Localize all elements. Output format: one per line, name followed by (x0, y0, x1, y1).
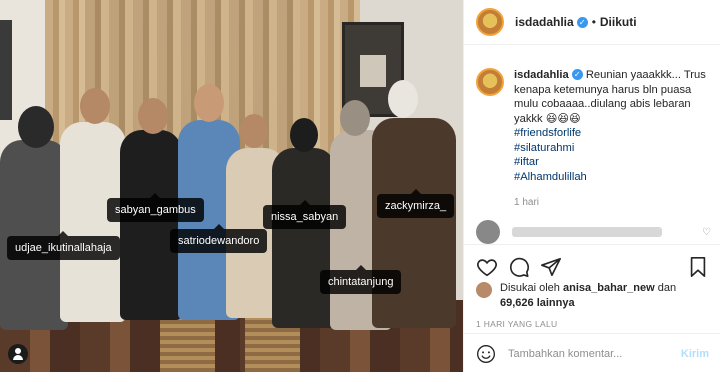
photo-tag[interactable]: udjae_ikutinallahaja (7, 231, 120, 260)
caption: isdadahlia ✓ Reunian yaaakkk... Trus kena… (464, 45, 720, 211)
post-header: isdadahlia ✓ • Diikuti (464, 0, 720, 45)
caption-username[interactable]: isdadahlia (514, 69, 569, 81)
likes-count[interactable]: 69,626 lainnya (500, 297, 575, 309)
post-sidebar: isdadahlia ✓ • Diikuti isdadahlia ✓ Reuni… (463, 0, 720, 372)
photo-tag[interactable]: satriodewandoro (170, 224, 268, 253)
person-head (240, 114, 268, 148)
photo-tag[interactable]: zackymirza_ (377, 189, 455, 218)
comment-like-icon[interactable]: ♡ (702, 227, 711, 238)
follow-status-button[interactable]: Diikuti (600, 15, 637, 29)
post-photo[interactable]: udjae_ikutinallahaja sabyan_gambus satri… (0, 0, 463, 372)
liker-avatar[interactable] (476, 282, 492, 298)
hashtag-link[interactable]: #friendsforlife (514, 126, 708, 141)
photo-tag[interactable]: chintatanjung (320, 265, 402, 294)
author-username[interactable]: isdadahlia (515, 15, 574, 29)
photo-mirror-glass (360, 55, 386, 87)
likes-conj: dan (657, 282, 677, 294)
post-comment-button[interactable]: Kirim (681, 348, 709, 360)
hashtag-link[interactable]: #silaturahmi (514, 141, 708, 156)
person-head (388, 80, 418, 118)
person-head (194, 84, 224, 122)
likes-prefix: Disukai oleh (500, 282, 560, 294)
comment-preview (512, 227, 662, 237)
comment-input[interactable] (508, 347, 668, 360)
person-figure (120, 130, 182, 320)
save-icon[interactable] (687, 256, 709, 278)
add-comment-bar: Kirim (464, 333, 720, 372)
verified-icon: ✓ (576, 16, 588, 28)
likes-text: Disukai oleh anisa_bahar_new dan 69,626 … (500, 281, 676, 311)
photo-tag[interactable]: sabyan_gambus (107, 193, 204, 222)
person-head (80, 88, 110, 124)
photo-frame (0, 20, 12, 120)
photo-tag[interactable]: nissa_sabyan (263, 200, 347, 229)
person-figure (272, 148, 336, 328)
post-timestamp: 1 HARI YANG LALU (476, 319, 558, 329)
comment-icon[interactable] (508, 256, 530, 278)
like-icon[interactable] (476, 256, 498, 278)
hashtag-link[interactable]: #Alhamdulillah (514, 170, 708, 185)
caption-author-avatar[interactable] (476, 68, 504, 96)
liker-username[interactable]: anisa_bahar_new (563, 282, 655, 294)
author-avatar[interactable] (476, 8, 504, 36)
tagged-users-icon[interactable] (8, 344, 28, 364)
separator-dot: • (591, 15, 596, 29)
person-figure (60, 122, 126, 322)
action-icons (464, 245, 720, 281)
person-head (18, 106, 54, 148)
person-head (290, 118, 318, 152)
commenter-avatar[interactable] (476, 220, 500, 244)
caption-body: isdadahlia ✓ Reunian yaaakkk... Trus kena… (514, 68, 708, 211)
person-figure (372, 118, 456, 328)
caption-time: 1 hari (514, 197, 540, 208)
hashtag-link[interactable]: #iftar (514, 155, 708, 170)
person-head (340, 100, 370, 136)
post-actions: Disukai oleh anisa_bahar_new dan 69,626 … (464, 244, 720, 372)
comment-row: ♡ (476, 220, 711, 244)
verified-icon: ✓ (571, 69, 583, 80)
emoji-icon[interactable] (476, 344, 496, 364)
likes-summary: Disukai oleh anisa_bahar_new dan 69,626 … (464, 281, 720, 311)
share-icon[interactable] (540, 256, 562, 278)
person-head (138, 98, 168, 134)
